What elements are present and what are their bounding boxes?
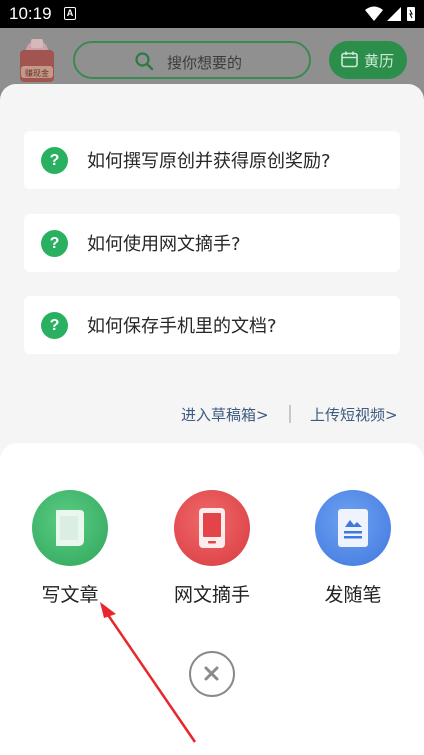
- question-icon: ?: [41, 147, 68, 174]
- post-note-label: 发随笔: [324, 584, 382, 606]
- close-icon: [204, 666, 219, 681]
- search-input[interactable]: 搜你想要的: [73, 41, 311, 79]
- upload-video-link[interactable]: 上传短视频>: [310, 404, 398, 425]
- publish-sheet: ? 如何撰写原创并获得原创奖励? ? 如何使用网文摘手? ? 如何保存手机里的文…: [0, 84, 424, 755]
- web-clipper-circle: [174, 490, 250, 566]
- calendar-icon: [341, 51, 358, 68]
- faq-item-web-clipper[interactable]: ? 如何使用网文摘手?: [24, 214, 400, 272]
- faq-text: 如何使用网文摘手?: [87, 234, 241, 255]
- web-clipper-button[interactable]: 网文摘手: [157, 490, 267, 610]
- write-article-button[interactable]: 写文章: [15, 490, 125, 610]
- wifi-icon: [365, 6, 383, 21]
- faq-item-save-documents[interactable]: ? 如何保存手机里的文档?: [24, 296, 400, 354]
- action-panel: 写文章 网文摘手 发随笔: [0, 443, 424, 755]
- note-image-icon: [338, 509, 368, 547]
- drafts-link[interactable]: 进入草稿箱>: [181, 404, 269, 425]
- document-icon: [56, 510, 84, 546]
- post-note-button[interactable]: 发随笔: [298, 490, 408, 610]
- question-icon: ?: [41, 230, 68, 257]
- close-button[interactable]: [189, 651, 235, 697]
- search-icon: [135, 52, 154, 71]
- status-time: 10:19: [9, 4, 52, 23]
- phone-icon: [199, 508, 225, 548]
- top-bar: 赚现金 搜你想要的 黄历: [0, 28, 424, 90]
- faq-item-original-reward[interactable]: ? 如何撰写原创并获得原创奖励?: [24, 131, 400, 189]
- calendar-label: 黄历: [364, 52, 395, 70]
- signal-icon: [387, 7, 401, 21]
- calendar-button[interactable]: 黄历: [329, 41, 407, 79]
- question-icon: ?: [41, 312, 68, 339]
- faq-text: 如何保存手机里的文档?: [87, 316, 277, 337]
- web-clipper-label: 网文摘手: [173, 584, 250, 606]
- search-placeholder: 搜你想要的: [167, 54, 243, 72]
- notification-a-icon: A: [64, 7, 76, 20]
- link-divider: [289, 405, 291, 423]
- red-envelope-label: 赚现金: [25, 68, 49, 78]
- links-row: 进入草稿箱> 上传短视频>: [0, 402, 424, 426]
- status-icons: [365, 6, 415, 21]
- status-bar: 10:19 A: [0, 0, 424, 28]
- red-envelope-icon[interactable]: 赚现金: [18, 38, 56, 83]
- faq-text: 如何撰写原创并获得原创奖励?: [87, 151, 331, 172]
- write-article-circle: [32, 490, 108, 566]
- post-note-circle: [315, 490, 391, 566]
- write-article-label: 写文章: [41, 584, 99, 606]
